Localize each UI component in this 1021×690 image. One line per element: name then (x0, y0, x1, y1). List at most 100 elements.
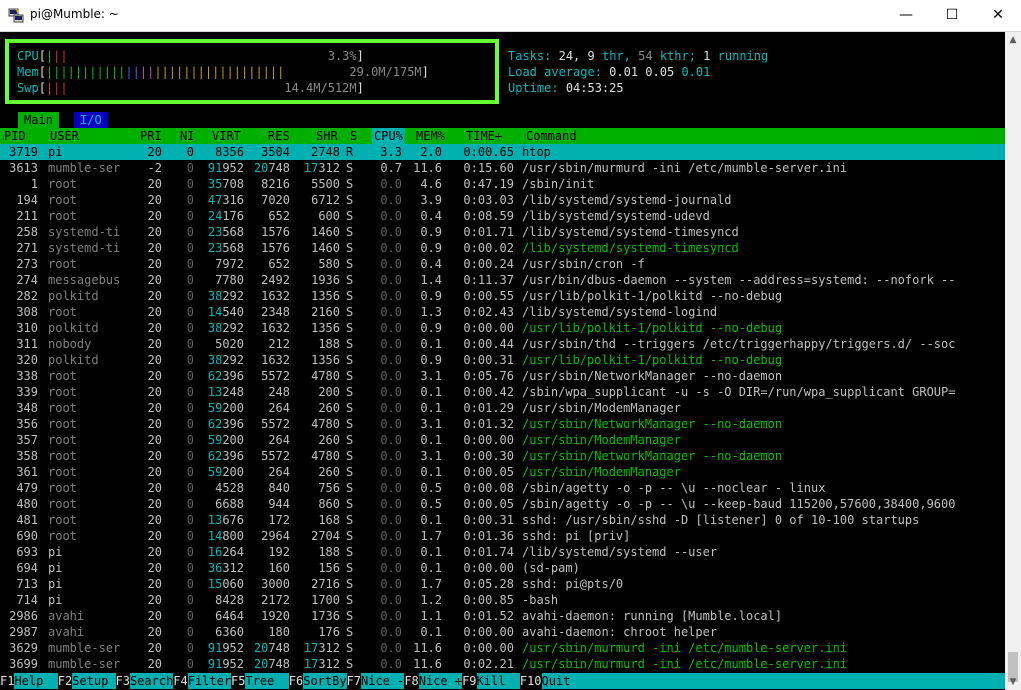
process-s: S (346, 337, 354, 351)
process-ni: 0 (186, 609, 194, 623)
footer-key-f4[interactable]: F4 (173, 673, 187, 689)
process-row[interactable]: 308 root 20 0 14540 2348 2160 S 0.0 1.3 0:02.43/li… (0, 304, 1005, 320)
process-pri: 20 (147, 289, 162, 303)
minimize-button[interactable]: — (883, 0, 929, 31)
column-header-pid[interactable]: PID (4, 128, 26, 144)
process-row[interactable]: 714 pi 20 0 8428 2172 1700 S 0.0 1.2 0:00.85 -bash (0, 592, 1005, 608)
process-row[interactable]: 356 root 20 0 62396 5572 4780 S 0.0 3.1 0:01.32/us… (0, 416, 1005, 432)
process-row[interactable]: 2986 avahi 20 0 6464 1920 1736 S 0.0 1.1 0:01.52 av… (0, 608, 1005, 624)
process-res: 5572 (261, 369, 290, 383)
process-row[interactable]: 271 systemd-ti 20 0 23568 1576 1460 S 0.0 0.9 0:00… (0, 240, 1005, 256)
process-ni: 0 (186, 369, 194, 383)
footer-key-f9[interactable]: F9 (462, 673, 476, 689)
footer-label-f4[interactable]: Filter (187, 673, 231, 689)
footer-label-f9[interactable]: Kill (476, 673, 520, 689)
process-row[interactable]: 258 systemd-ti 20 0 23568 1576 1460 S 0.0 0.9 0:01… (0, 224, 1005, 240)
title-bar[interactable]: pi@Mumble: ~ — ☐ ✕ (0, 0, 1021, 32)
process-row[interactable]: 310 polkitd 20 0 38292 1632 1356 S 0.0 0.9 0:00.00… (0, 320, 1005, 336)
process-s: S (346, 193, 354, 207)
column-header-shr[interactable]: SHR (316, 128, 338, 144)
process-row[interactable]: 480 root 20 0 6688 944 860 S 0.0 0.5 0:00.05/sbin/… (0, 496, 1005, 512)
column-header-mem[interactable]: MEM% (416, 128, 445, 144)
process-shr: 176 (318, 625, 340, 639)
footer-key-f2[interactable]: F2 (58, 673, 72, 689)
process-row[interactable]: 694 pi 20 0 36312 160 156 S 0.0 0.1 0:00.00 (sd-pam… (0, 560, 1005, 576)
process-row[interactable]: 2987 avahi 20 0 6360 180 176 S 0.0 0.1 0:00.00 avah… (0, 624, 1005, 640)
close-button[interactable]: ✕ (975, 0, 1021, 31)
footer-label-f5[interactable]: Tree (245, 673, 289, 689)
footer-key-f3[interactable]: F3 (116, 673, 130, 689)
scroll-up-icon[interactable]: ▲ (1005, 32, 1021, 48)
process-mem: 0.9 (420, 353, 442, 367)
process-shr: 1736 (311, 609, 340, 623)
process-row[interactable]: 481 root 20 0 13676 172 168 S 0.0 0.1 0:00.31 sshd:… (0, 512, 1005, 528)
process-user: root (48, 449, 77, 463)
footer-label-f6[interactable]: SortBy (303, 673, 347, 689)
process-row[interactable]: 3719 pi 20 0 8356 3504 2748 R 3.3 2.0 0:00.65 htop (0, 144, 1005, 160)
footer-key-f10[interactable]: F10 (520, 673, 542, 689)
footer-label-f2[interactable]: Setup (72, 673, 116, 689)
column-header-user[interactable]: USER (50, 128, 79, 144)
process-row[interactable]: 690 root 20 0 14800 2964 2704 S 0.0 1.7 0:01.36 ssh… (0, 528, 1005, 544)
process-row[interactable]: 3629 mumble-ser 20 0 91952 20748 17312 S 0.0 11.6… (0, 640, 1005, 656)
scroll-down-icon[interactable]: ▼ (1005, 674, 1021, 690)
process-time: 0:00.00 (463, 433, 514, 447)
process-row[interactable]: 479 root 20 0 4528 840 756 S 0.0 0.5 0:00.08/sbin/… (0, 480, 1005, 496)
process-row[interactable]: 713 pi 20 0 15060 3000 2716 S 0.0 1.7 0:05.28 sshd:… (0, 576, 1005, 592)
process-row[interactable]: 1 root 20 0 35708 8216 5500 S 0.0 4.6 0:47.19/sbin… (0, 176, 1005, 192)
process-time: 0:00.31 (463, 353, 514, 367)
column-header-virt[interactable]: VIRT (212, 128, 241, 144)
vertical-scrollbar[interactable]: ▲ ▼ (1005, 32, 1021, 690)
process-row[interactable]: 339 root 20 0 13248 248 200 S 0.0 0.1 0:00.42/sbin… (0, 384, 1005, 400)
footer-label-f10[interactable]: Quit (541, 673, 1005, 689)
process-row[interactable]: 357 root 20 0 59200 264 260 S 0.0 0.1 0:00.00/usr/… (0, 432, 1005, 448)
process-row[interactable]: 361 root 20 0 59200 264 260 S 0.0 0.1 0:00.05/usr/… (0, 464, 1005, 480)
process-row[interactable]: 311 nobody 20 0 5020 212 188 S 0.0 0.1 0:00.44/usr… (0, 336, 1005, 352)
footer-label-f7[interactable]: Nice - (361, 673, 404, 689)
process-row[interactable]: 348 root 20 0 59200 264 260 S 0.0 0.1 0:01.29/usr/… (0, 400, 1005, 416)
footer-key-f1[interactable]: F1 (0, 673, 14, 689)
process-cpu: 0.0 (380, 209, 402, 223)
column-header-pri[interactable]: PRI (140, 128, 162, 144)
process-row[interactable]: 282 polkitd 20 0 38292 1632 1356 S 0.0 0.9 0:00.55… (0, 288, 1005, 304)
footer-key-f5[interactable]: F5 (231, 673, 245, 689)
process-user: root (48, 369, 77, 383)
process-pid: 3719 (9, 145, 38, 159)
process-res: 8216 (261, 177, 290, 191)
column-header-ni[interactable]: NI (180, 128, 194, 144)
tab-main[interactable]: Main (18, 112, 59, 128)
process-time: 0:47.19 (463, 177, 514, 191)
footer-label-f1[interactable]: Help (14, 673, 58, 689)
column-header-time[interactable]: TIME+ (466, 128, 502, 144)
process-row[interactable]: 3613 mumble-ser -2 0 91952 20748 17312 S 0.7 11.6… (0, 160, 1005, 176)
footer-key-f6[interactable]: F6 (289, 673, 303, 689)
process-row[interactable]: 338 root 20 0 62396 5572 4780 S 0.0 3.1 0:05.76/us… (0, 368, 1005, 384)
process-row[interactable]: 273 root 20 0 7972 652 580 S 0.0 0.4 0:00.24/usr/s… (0, 256, 1005, 272)
footer-key-f8[interactable]: F8 (404, 673, 418, 689)
process-row[interactable]: 693 pi 20 0 16264 192 188 S 0.0 0.1 0:01.74/lib/sy… (0, 544, 1005, 560)
process-pri: 20 (147, 209, 162, 223)
footer-label-f8[interactable]: Nice + (418, 673, 462, 689)
footer-label-f3[interactable]: Search (129, 673, 173, 689)
process-pid: 356 (16, 417, 38, 431)
process-row[interactable]: 194 root 20 0 47316 7020 6712 S 0.0 3.9 0:03.03/li… (0, 192, 1005, 208)
process-row[interactable]: 3699 mumble-ser 20 0 91952 20748 17312 S 0.0 11.6… (0, 656, 1005, 672)
footer-key-f7[interactable]: F7 (347, 673, 361, 689)
column-header-cpu[interactable]: CPU% (372, 128, 405, 144)
tab-io[interactable]: I/O (74, 112, 108, 128)
htop-terminal[interactable]: CPU[||| 3.3%] Mem[||||||||||||||||||||||… (0, 32, 1005, 690)
column-header-res[interactable]: RES (268, 128, 290, 144)
column-header-command[interactable]: Command (526, 128, 577, 144)
column-header-s[interactable]: S (350, 128, 357, 144)
process-row[interactable]: 211 root 20 0 24176 652 600 S 0.0 0.4 0:08.59/lib/… (0, 208, 1005, 224)
process-shr: 168 (318, 513, 340, 527)
maximize-button[interactable]: ☐ (929, 0, 975, 31)
process-row[interactable]: 358 root 20 0 62396 5572 4780 S 0.0 3.1 0:00.30/us… (0, 448, 1005, 464)
process-row[interactable]: 274 messagebus 20 0 7780 2492 1936 S 0.0 1.4 0:11.… (0, 272, 1005, 288)
process-time: 0:11.37 (463, 273, 514, 287)
process-mem: 0.1 (420, 561, 442, 575)
process-row[interactable]: 320 polkitd 20 0 38292 1632 1356 S 0.0 0.9 0:00.31… (0, 352, 1005, 368)
process-res: 840 (268, 481, 290, 495)
process-mem: 0.1 (420, 385, 442, 399)
process-shr: 17312 (303, 161, 340, 175)
